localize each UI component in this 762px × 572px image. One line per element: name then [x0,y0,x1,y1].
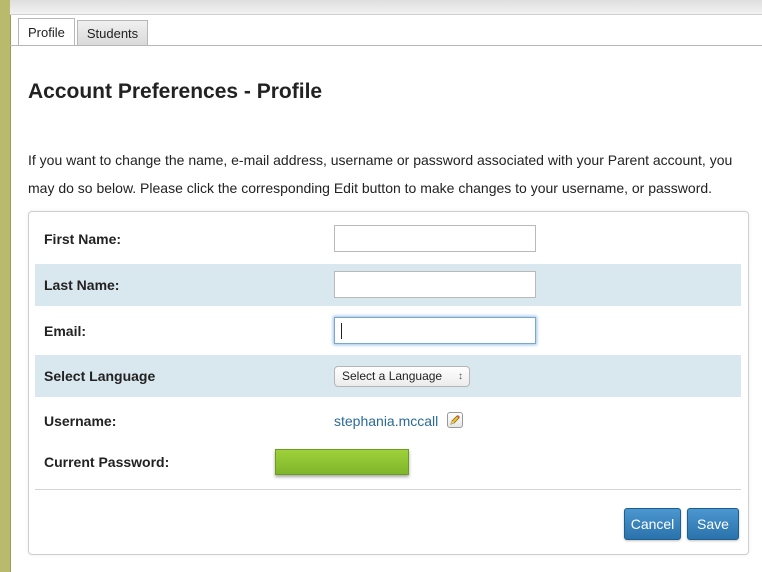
username-label: Username: [44,413,117,429]
language-label: Select Language [44,368,156,384]
password-highlight-bar[interactable] [275,449,409,475]
profile-form-panel: First Name: Last Name: Email: Select Lan… [28,211,749,555]
form-divider [35,489,741,490]
left-sidebar-strip [0,0,11,572]
first-name-label: First Name: [44,231,122,247]
password-row: Current Password: [35,441,741,483]
last-name-input[interactable] [334,271,536,298]
tab-profile[interactable]: Profile [18,18,75,46]
page-description: If you want to change the name, e-mail a… [28,152,733,196]
last-name-label: Last Name: [44,277,120,293]
username-value[interactable]: stephania.mccall [334,400,438,442]
pencil-edit-icon[interactable] [447,412,463,428]
tab-bar: Profile Students [18,18,150,46]
email-input[interactable] [334,317,536,344]
first-name-row: First Name: [35,218,741,260]
tab-divider [10,45,762,46]
page-title: Account Preferences - Profile [28,80,323,103]
last-name-row: Last Name: [35,264,741,306]
top-window-bar [10,0,762,15]
cancel-button[interactable]: Cancel [624,508,681,540]
password-label: Current Password: [44,454,170,470]
username-row: Username: stephania.mccall [35,400,741,442]
save-button[interactable]: Save [687,508,739,540]
language-row: Select Language Select a Language ↕ [35,355,741,397]
email-row: Email: [35,310,741,352]
text-caret [341,323,342,339]
up-down-arrows-icon: ↕ [458,371,463,382]
language-select[interactable]: Select a Language ↕ [334,366,470,387]
email-label: Email: [44,323,87,339]
tab-students[interactable]: Students [76,20,149,46]
language-select-value: Select a Language [342,369,443,383]
first-name-input[interactable] [334,225,536,252]
